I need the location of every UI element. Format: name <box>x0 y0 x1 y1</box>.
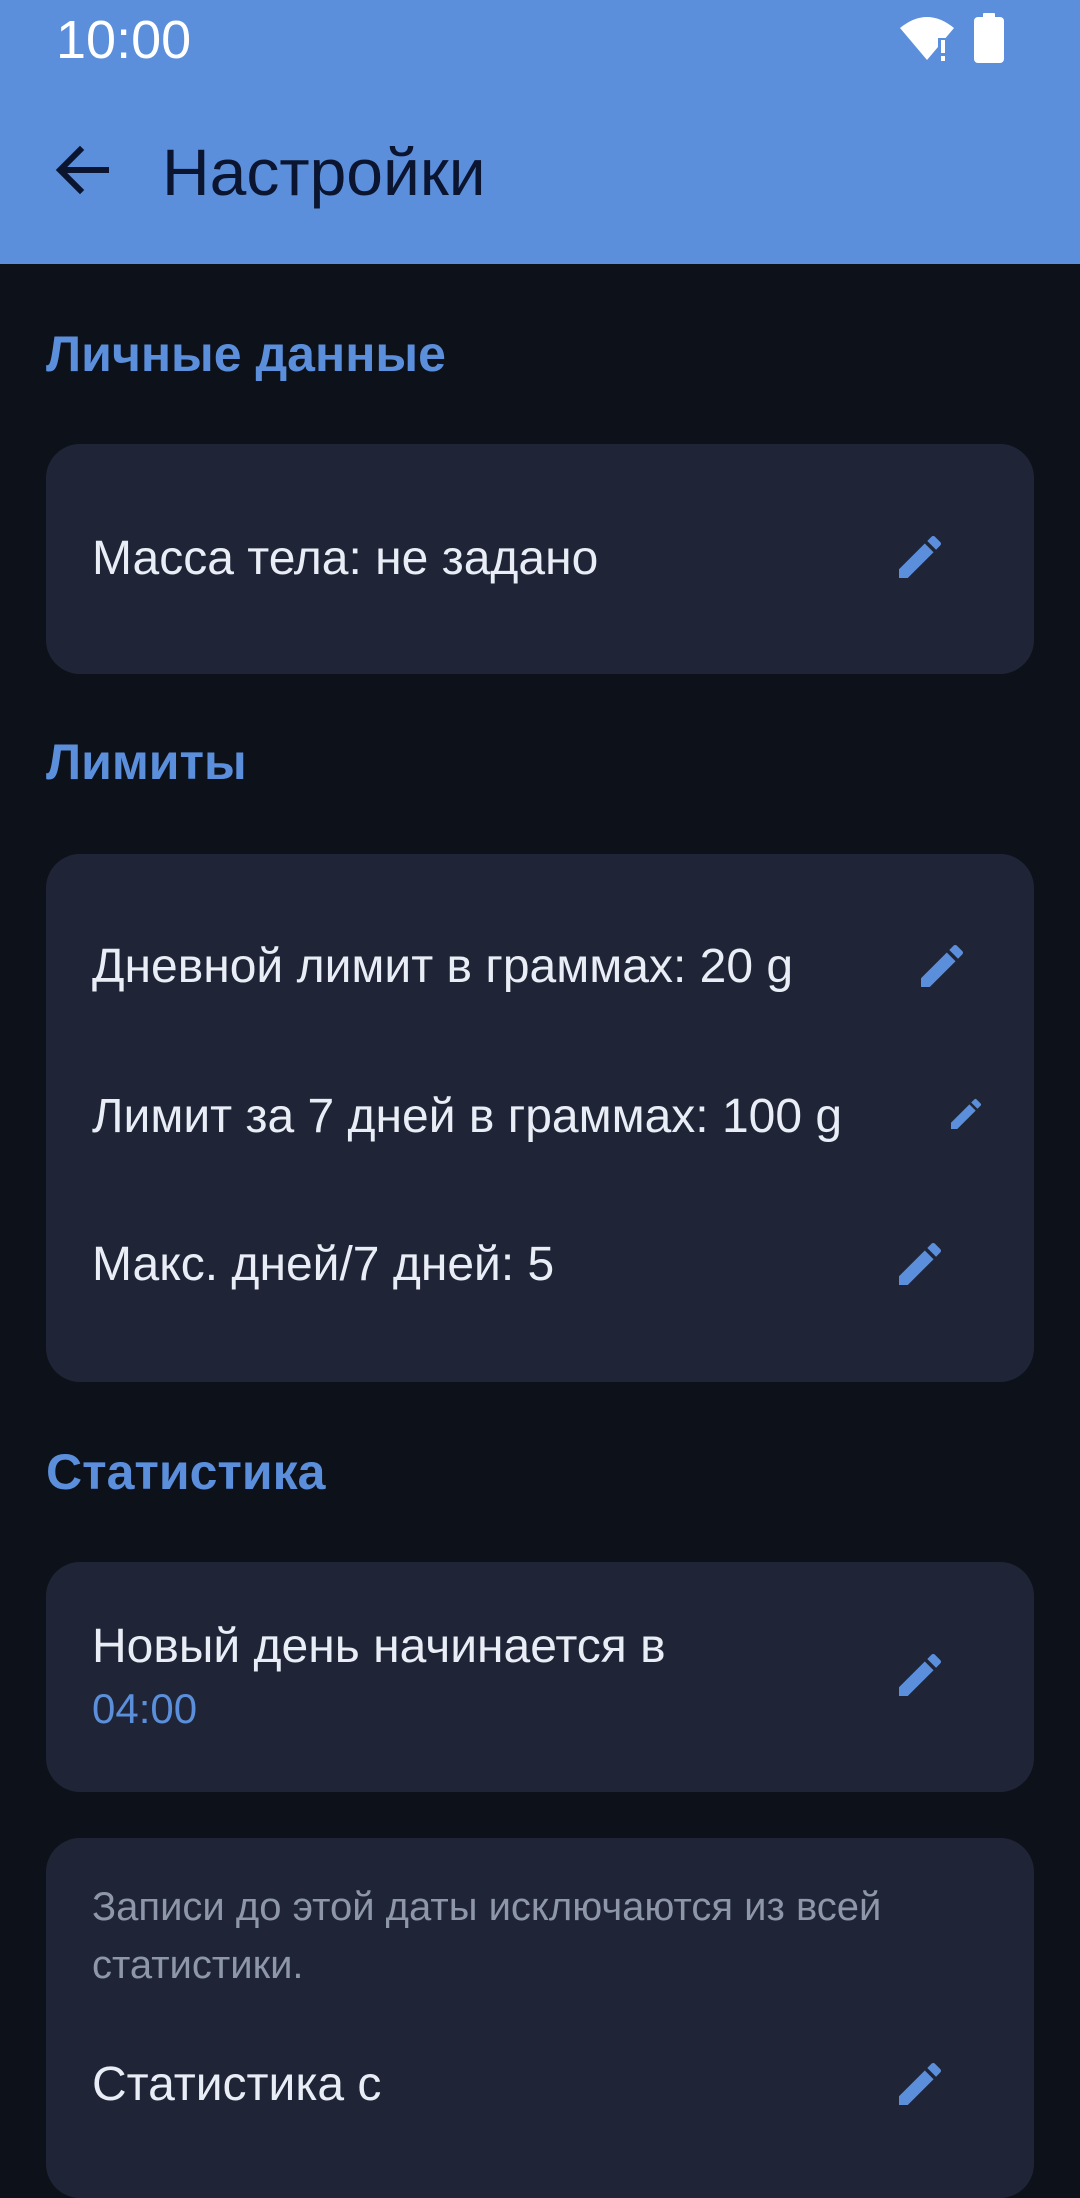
daily-limit-label: Дневной лимит в граммах: 20 g <box>92 940 794 993</box>
pencil-icon <box>892 1236 948 1297</box>
pencil-icon <box>892 2056 948 2117</box>
app-bar: 10:00 Настройки <box>0 0 1080 264</box>
new-day-value: 04:00 <box>92 1685 198 1732</box>
body-mass-label: Масса тела: не задано <box>92 532 599 585</box>
section-header-statistics: Статистика <box>46 1444 326 1500</box>
section-header-personal: Личные данные <box>46 326 446 382</box>
pencil-icon <box>892 1647 948 1708</box>
battery-icon <box>974 12 1004 68</box>
edit-body-mass-button[interactable] <box>880 519 960 599</box>
pencil-icon <box>946 1094 986 1139</box>
edit-daily-limit-button[interactable] <box>902 928 982 1008</box>
stats-from-label: Статистика с <box>92 2058 382 2111</box>
section-header-limits: Лимиты <box>46 734 247 790</box>
page-title: Настройки <box>162 135 486 209</box>
card-new-day: Новый день начинается в 04:00 <box>46 1562 1034 1792</box>
edit-weekly-limit-button[interactable] <box>942 1084 990 1148</box>
pencil-icon <box>914 938 970 999</box>
card-limits: Дневной лимит в граммах: 20 g Лимит за 7… <box>46 854 1034 1382</box>
status-time: 10:00 <box>56 10 192 70</box>
weekly-limit-label: Лимит за 7 дней в граммах: 100 g <box>92 1090 843 1143</box>
card-stats-from: Записи до этой даты исключаются из всей … <box>46 1838 1034 2198</box>
edit-max-days-button[interactable] <box>880 1226 960 1306</box>
card-personal: Масса тела: не задано <box>46 444 1034 674</box>
wifi-icon <box>898 14 956 67</box>
arrow-back-icon <box>54 145 110 200</box>
new-day-label: Новый день начинается в <box>92 1620 666 1673</box>
edit-stats-from-button[interactable] <box>880 2046 960 2126</box>
exclude-note: Записи до этой даты исключаются из всей … <box>92 1885 882 1987</box>
edit-new-day-button[interactable] <box>880 1637 960 1717</box>
back-button[interactable] <box>40 130 124 214</box>
pencil-icon <box>892 529 948 590</box>
max-days-label: Макс. дней/7 дней: 5 <box>92 1238 555 1291</box>
status-icons <box>898 12 1004 68</box>
